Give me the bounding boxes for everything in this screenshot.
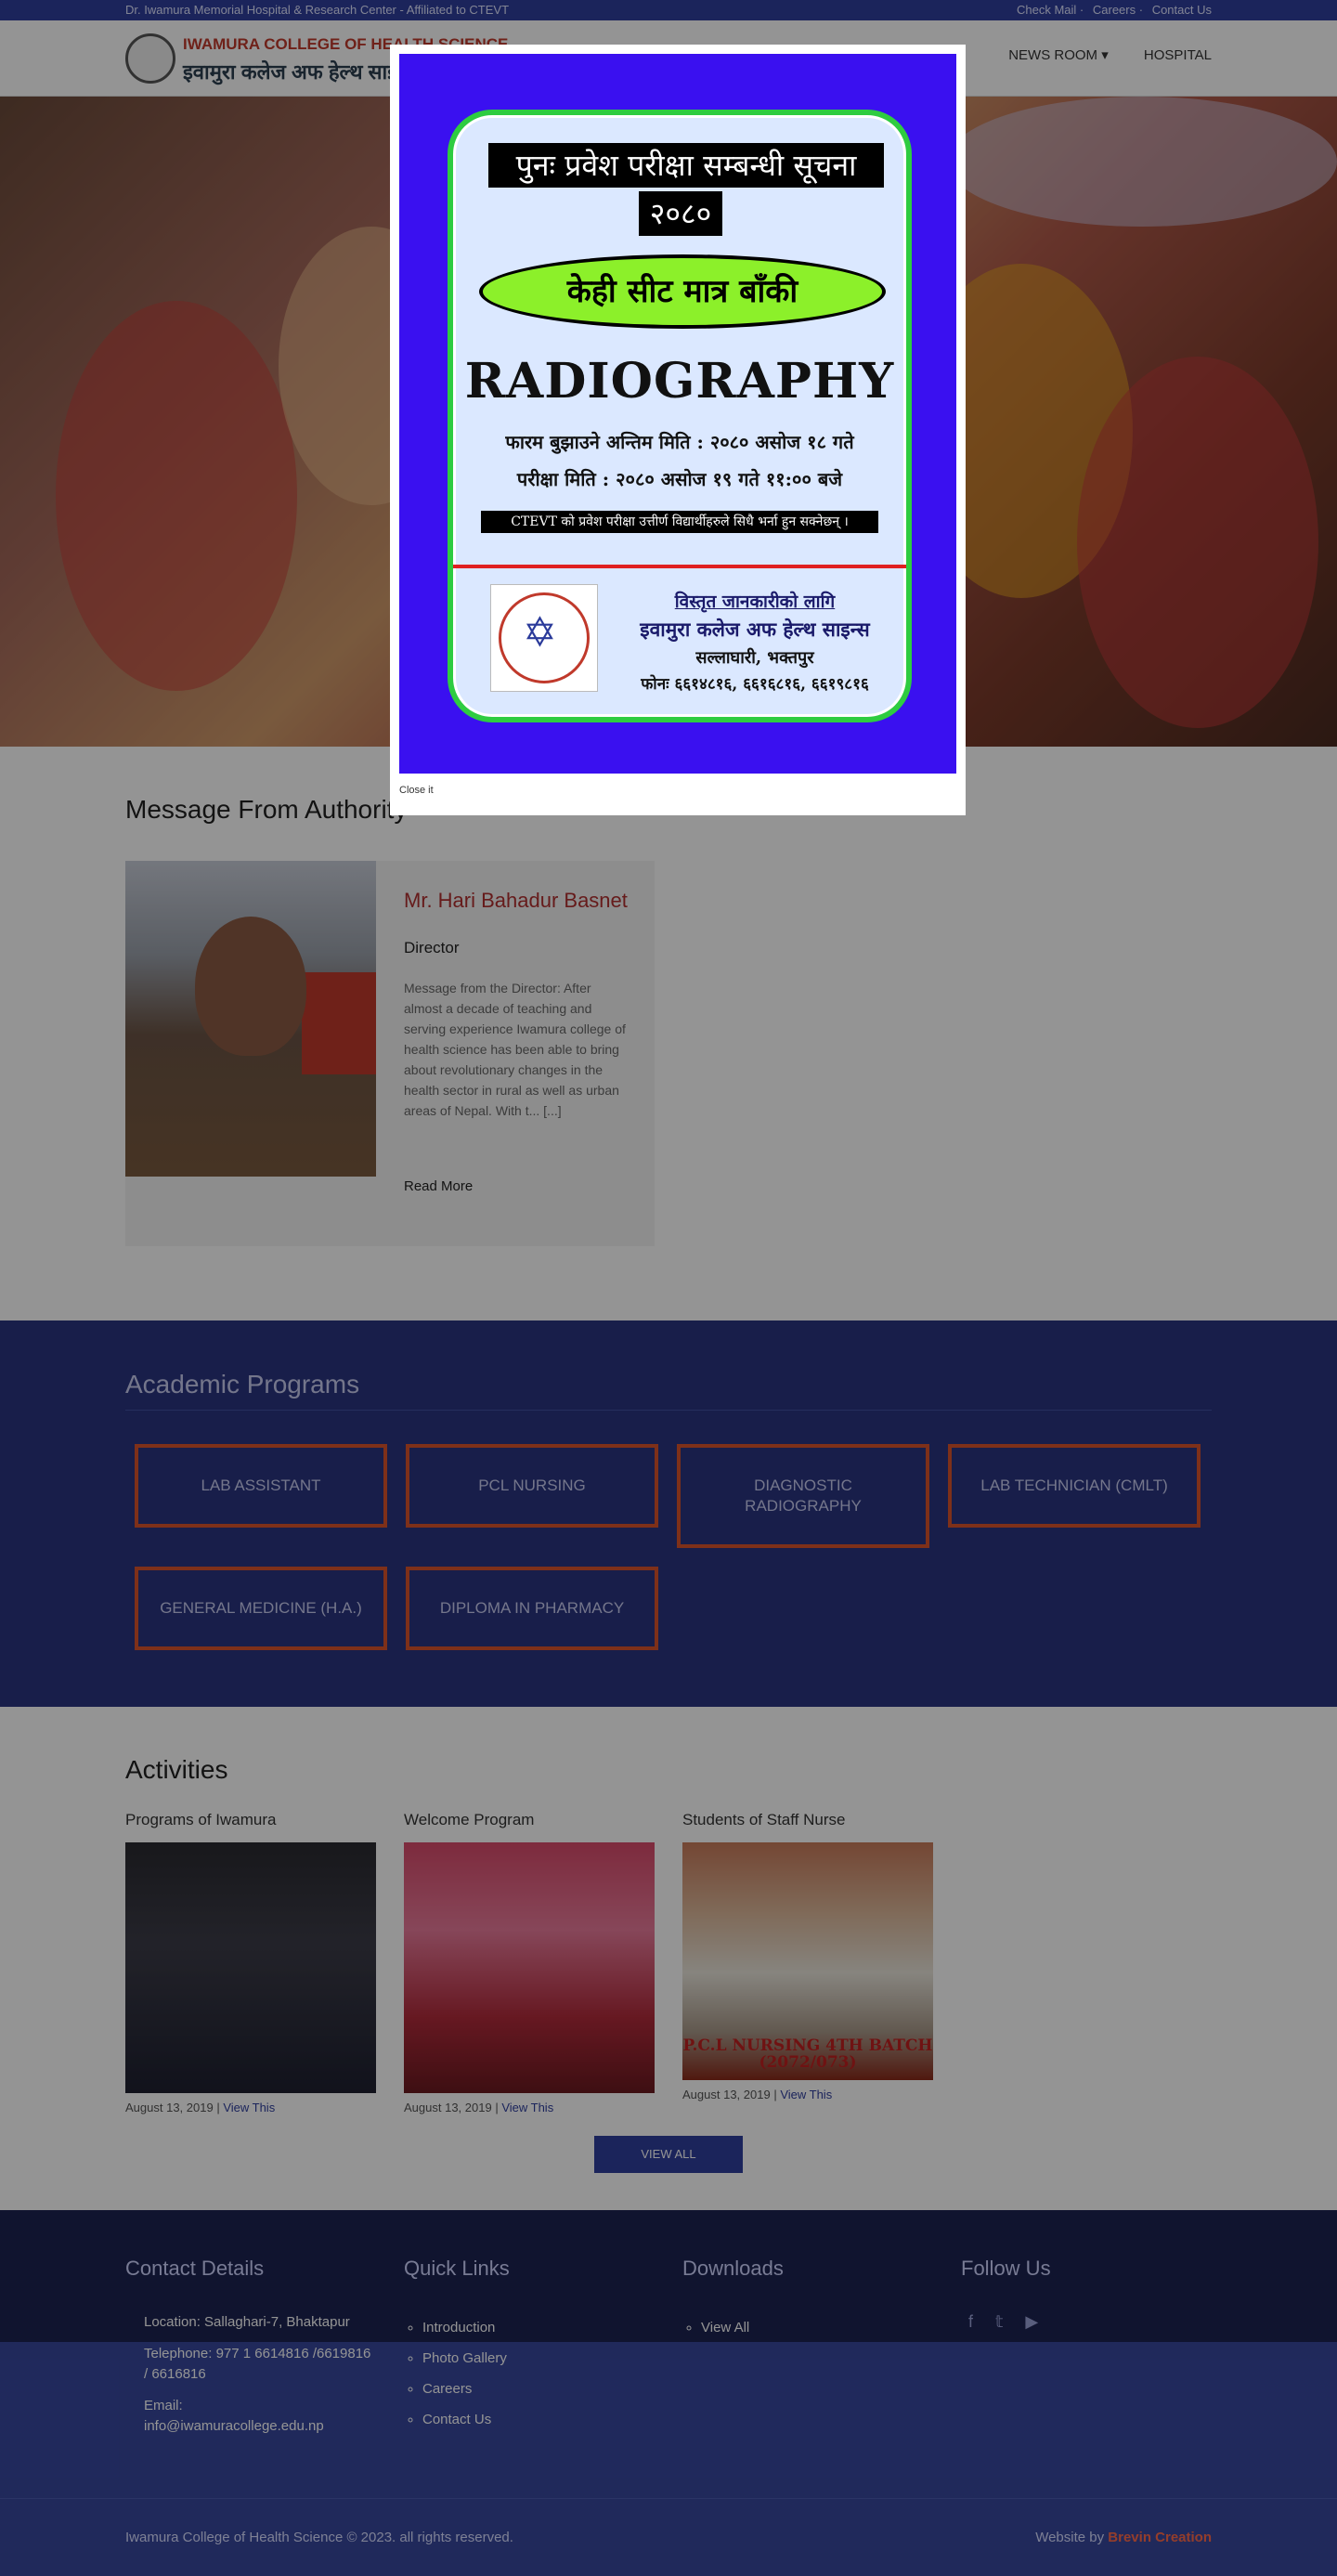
- notice-modal: पुनः प्रवेश परीक्षा सम्बन्धी सूचना २०८० …: [390, 45, 966, 815]
- poster-program: RADIOGRAPHY: [464, 353, 895, 410]
- notice-poster: पुनः प्रवेश परीक्षा सम्बन्धी सूचना २०८० …: [399, 54, 956, 774]
- poster-phone: फोनः ६६१४८१६, ६६१६८१६, ६६१९८१६: [641, 675, 869, 694]
- college-seal-icon: ✡: [490, 584, 598, 692]
- poster-address: सल्लाघारी, भक्तपुर: [695, 648, 814, 668]
- close-modal-link[interactable]: Close it: [399, 785, 434, 796]
- poster-deadline: फारम बुझाउने अन्तिम मिति : २०८० असोज १८ …: [505, 431, 854, 453]
- poster-college: इवामुरा कलेज अफ हेल्थ साइन्स: [640, 618, 870, 641]
- poster-ctevt-notice: CTEVT को प्रवेश परीक्षा उत्तीर्ण विद्यार…: [481, 511, 878, 533]
- poster-year: २०८०: [639, 191, 722, 236]
- poster-card: पुनः प्रवेश परीक्षा सम्बन्धी सूचना २०८० …: [448, 110, 912, 722]
- poster-seats-badge: केही सीट मात्र बाँकी: [479, 254, 886, 329]
- poster-exam-date: परीक्षा मिति : २०८० असोज १९ गते ११:०० बज…: [516, 468, 843, 490]
- poster-info-heading: विस्तृत जानकारीको लागि: [674, 592, 836, 612]
- poster-headline: पुनः प्रवेश परीक्षा सम्बन्धी सूचना: [488, 143, 884, 188]
